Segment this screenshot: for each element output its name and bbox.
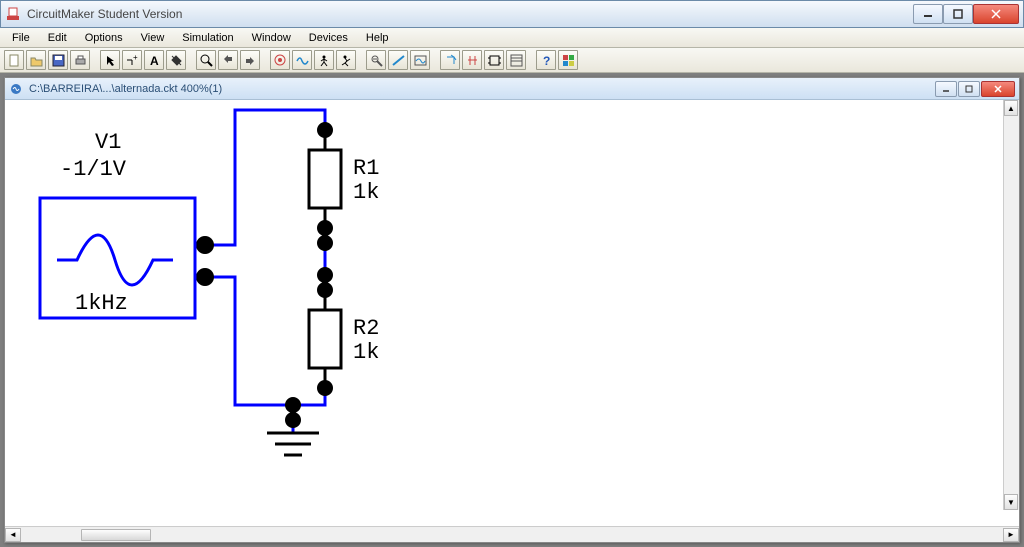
save-icon[interactable] — [48, 50, 68, 70]
title-bar: CircuitMaker Student Version — [0, 0, 1024, 28]
digital-icon[interactable] — [270, 50, 290, 70]
vertical-scrollbar[interactable]: ▲ ▼ — [1003, 100, 1019, 510]
close-button[interactable] — [973, 4, 1019, 24]
doc-minimize-button[interactable] — [935, 81, 957, 97]
app-icon — [5, 6, 21, 22]
pointer-icon[interactable] — [100, 50, 120, 70]
app-title: CircuitMaker Student Version — [27, 7, 913, 21]
horizontal-scrollbar[interactable]: ◄ ► — [5, 526, 1019, 542]
probe-icon[interactable] — [366, 50, 386, 70]
menu-view[interactable]: View — [133, 30, 173, 46]
text-icon[interactable]: A — [144, 50, 164, 70]
delete-icon[interactable] — [166, 50, 186, 70]
document-title: C:\BARREIRA\...\alternada.ckt 400%(1) — [29, 83, 935, 95]
document-titlebar: C:\BARREIRA\...\alternada.ckt 400%(1) — [5, 78, 1019, 100]
minimize-button[interactable] — [913, 4, 943, 24]
print-icon[interactable] — [70, 50, 90, 70]
hscroll-track[interactable] — [21, 528, 1003, 542]
v1-name-label: V1 — [95, 130, 121, 155]
r2-value-label: 1k — [353, 340, 379, 365]
schematic-canvas[interactable]: V1 -1/1V 1kHz R1 1k — [5, 100, 1019, 526]
analog-icon[interactable] — [292, 50, 312, 70]
mdi-client: C:\BARREIRA\...\alternada.ckt 400%(1) — [0, 73, 1024, 547]
svg-text:A: A — [150, 54, 159, 67]
svg-text:+: + — [133, 54, 138, 62]
r1-value-label: 1k — [353, 180, 379, 205]
zoom-in-icon[interactable] — [240, 50, 260, 70]
menu-edit[interactable]: Edit — [40, 30, 75, 46]
component-r2[interactable]: R2 1k — [309, 290, 379, 388]
maximize-button[interactable] — [943, 4, 973, 24]
scroll-left-icon[interactable]: ◄ — [5, 528, 21, 542]
r2-name-label: R2 — [353, 316, 379, 341]
zoom-out-icon[interactable] — [218, 50, 238, 70]
trace-icon[interactable] — [410, 50, 430, 70]
v1-frequency-label: 1kHz — [75, 291, 128, 316]
menu-window[interactable]: Window — [244, 30, 299, 46]
component-v1[interactable]: V1 -1/1V 1kHz — [40, 130, 195, 318]
menu-options[interactable]: Options — [77, 30, 131, 46]
circuit-diagram: V1 -1/1V 1kHz R1 1k — [5, 100, 1005, 526]
menu-devices[interactable]: Devices — [301, 30, 356, 46]
wire-icon[interactable]: + — [122, 50, 142, 70]
palette-icon[interactable] — [558, 50, 578, 70]
run-icon[interactable] — [336, 50, 356, 70]
open-file-icon[interactable] — [26, 50, 46, 70]
menu-bar: File Edit Options View Simulation Window… — [0, 28, 1024, 48]
parts-icon[interactable] — [506, 50, 526, 70]
vscroll-track[interactable] — [1004, 116, 1018, 494]
r1-name-label: R1 — [353, 156, 379, 181]
svg-text:?: ? — [543, 54, 550, 67]
document-icon — [9, 82, 23, 96]
document-window: C:\BARREIRA\...\alternada.ckt 400%(1) — [4, 77, 1020, 543]
scroll-up-icon[interactable]: ▲ — [1004, 100, 1018, 116]
flip-icon[interactable] — [462, 50, 482, 70]
toolbar: + A ? — [0, 48, 1024, 73]
menu-file[interactable]: File — [4, 30, 38, 46]
new-file-icon[interactable] — [4, 50, 24, 70]
doc-maximize-button[interactable] — [958, 81, 980, 97]
component-ground[interactable] — [267, 433, 319, 455]
help-icon[interactable]: ? — [536, 50, 556, 70]
scroll-down-icon[interactable]: ▼ — [1004, 494, 1018, 510]
walk-icon[interactable] — [314, 50, 334, 70]
menu-simulation[interactable]: Simulation — [174, 30, 241, 46]
document-window-controls — [935, 81, 1015, 97]
zoom-icon[interactable] — [196, 50, 216, 70]
component-r1[interactable]: R1 1k — [309, 130, 379, 228]
hscroll-thumb[interactable] — [81, 529, 151, 541]
rotate-icon[interactable] — [440, 50, 460, 70]
macro-icon[interactable] — [484, 50, 504, 70]
scroll-right-icon[interactable]: ► — [1003, 528, 1019, 542]
scope-icon[interactable] — [388, 50, 408, 70]
v1-amplitude-label: -1/1V — [60, 157, 127, 182]
window-controls — [913, 4, 1019, 24]
doc-close-button[interactable] — [981, 81, 1015, 97]
menu-help[interactable]: Help — [358, 30, 397, 46]
canvas-area: V1 -1/1V 1kHz R1 1k — [5, 100, 1019, 542]
